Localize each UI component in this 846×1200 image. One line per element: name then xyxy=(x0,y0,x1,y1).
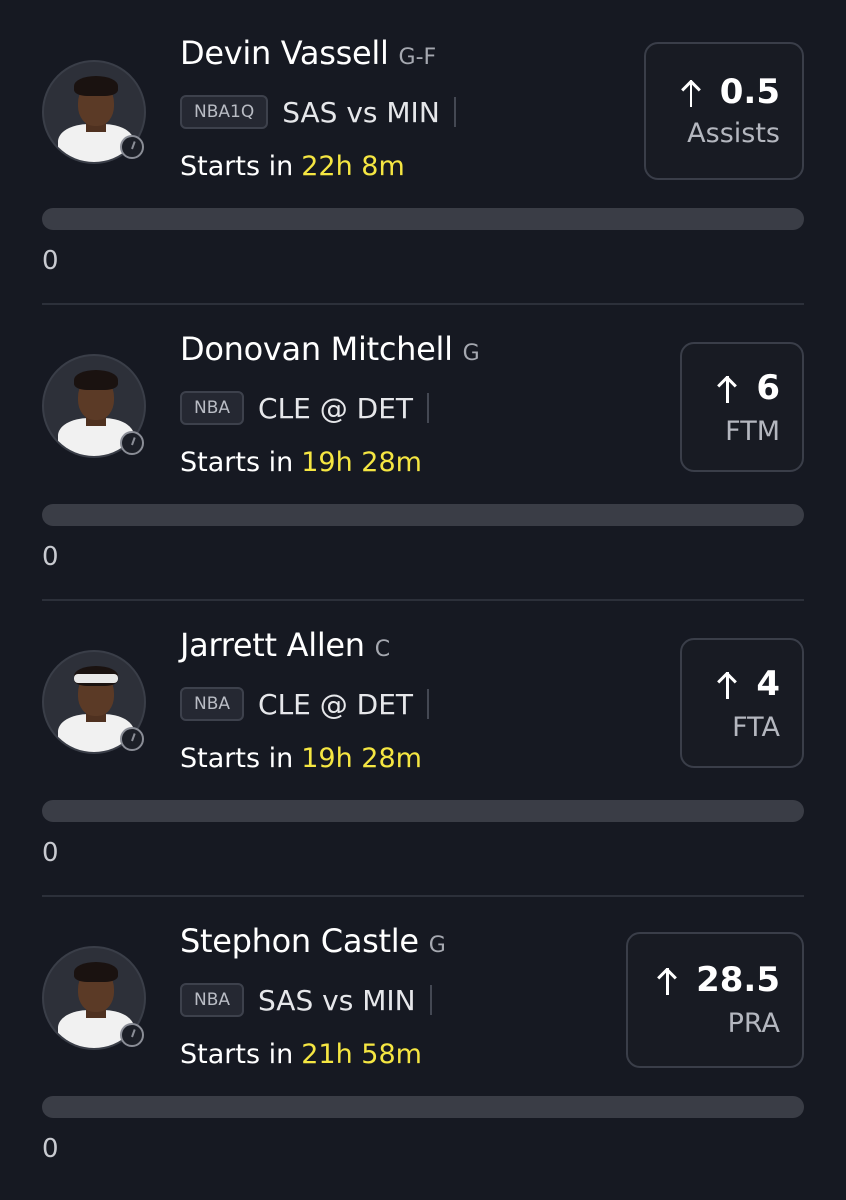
separator xyxy=(429,985,432,1015)
line-value: 28.5 xyxy=(696,960,780,1000)
league-badge: NBA1Q xyxy=(180,95,269,129)
player-name: Jarrett Allen xyxy=(180,626,365,664)
line-box[interactable]: 6 FTM xyxy=(680,342,804,472)
arrow-up-icon xyxy=(678,76,704,108)
matchup: SAS vs MIN xyxy=(282,95,440,129)
stat-label: PRA xyxy=(727,1008,780,1039)
pick-card[interactable]: Jarrett Allen C NBA CLE @ DET Starts in … xyxy=(0,592,846,888)
line-box[interactable]: 0.5 Assists xyxy=(644,42,804,180)
card-divider xyxy=(42,599,804,601)
line-value: 0.5 xyxy=(719,72,780,112)
player-position: G xyxy=(428,933,446,958)
starts-time: 19h 28m xyxy=(301,742,422,774)
pick-card[interactable]: Stephon Castle G NBA SAS vs MIN Starts i… xyxy=(0,888,846,1184)
league-badge: NBA xyxy=(180,687,245,721)
arrow-up-icon xyxy=(714,372,740,404)
progress-value: 0 xyxy=(42,246,59,276)
starts-label: Starts in xyxy=(180,1038,294,1070)
progress-bar xyxy=(42,208,804,230)
card-divider xyxy=(42,303,804,305)
pick-card[interactable]: Donovan Mitchell G NBA CLE @ DET Starts … xyxy=(0,296,846,592)
progress-value: 0 xyxy=(42,542,59,572)
clock-icon xyxy=(120,135,144,159)
starts-time: 19h 28m xyxy=(301,446,422,478)
progress-bar xyxy=(42,800,804,822)
player-position: G-F xyxy=(398,45,437,70)
league-badge: NBA xyxy=(180,983,245,1017)
player-position: G xyxy=(462,341,480,366)
progress-value: 0 xyxy=(42,838,59,868)
line-box[interactable]: 4 FTA xyxy=(680,638,804,768)
matchup: CLE @ DET xyxy=(258,687,414,721)
player-name: Donovan Mitchell xyxy=(180,330,453,368)
starts-time: 21h 58m xyxy=(301,1038,422,1070)
starts-label: Starts in xyxy=(180,742,294,774)
stat-label: FTA xyxy=(732,712,780,743)
progress-bar xyxy=(42,1096,804,1118)
matchup: CLE @ DET xyxy=(258,391,414,425)
starts-label: Starts in xyxy=(180,446,294,478)
line-value: 4 xyxy=(756,664,780,704)
separator xyxy=(427,689,430,719)
clock-icon xyxy=(120,727,144,751)
player-position: C xyxy=(374,637,391,662)
stat-label: Assists xyxy=(687,118,780,149)
matchup: SAS vs MIN xyxy=(258,983,416,1017)
pick-card[interactable]: Devin Vassell G-F NBA1Q SAS vs MIN Start… xyxy=(0,0,846,296)
separator xyxy=(427,393,430,423)
progress-value: 0 xyxy=(42,1134,59,1164)
progress-bar xyxy=(42,504,804,526)
line-value: 6 xyxy=(756,368,780,408)
league-badge: NBA xyxy=(180,391,245,425)
separator xyxy=(453,97,456,127)
player-name: Stephon Castle xyxy=(180,922,419,960)
starts-label: Starts in xyxy=(180,150,294,182)
line-box[interactable]: 28.5 PRA xyxy=(626,932,804,1068)
starts-time: 22h 8m xyxy=(301,150,405,182)
clock-icon xyxy=(120,1023,144,1047)
stat-label: FTM xyxy=(725,416,780,447)
clock-icon xyxy=(120,431,144,455)
picks-list: Devin Vassell G-F NBA1Q SAS vs MIN Start… xyxy=(0,0,846,1200)
player-name: Devin Vassell xyxy=(180,34,389,72)
card-divider xyxy=(42,895,804,897)
arrow-up-icon xyxy=(654,964,680,996)
arrow-up-icon xyxy=(714,668,740,700)
